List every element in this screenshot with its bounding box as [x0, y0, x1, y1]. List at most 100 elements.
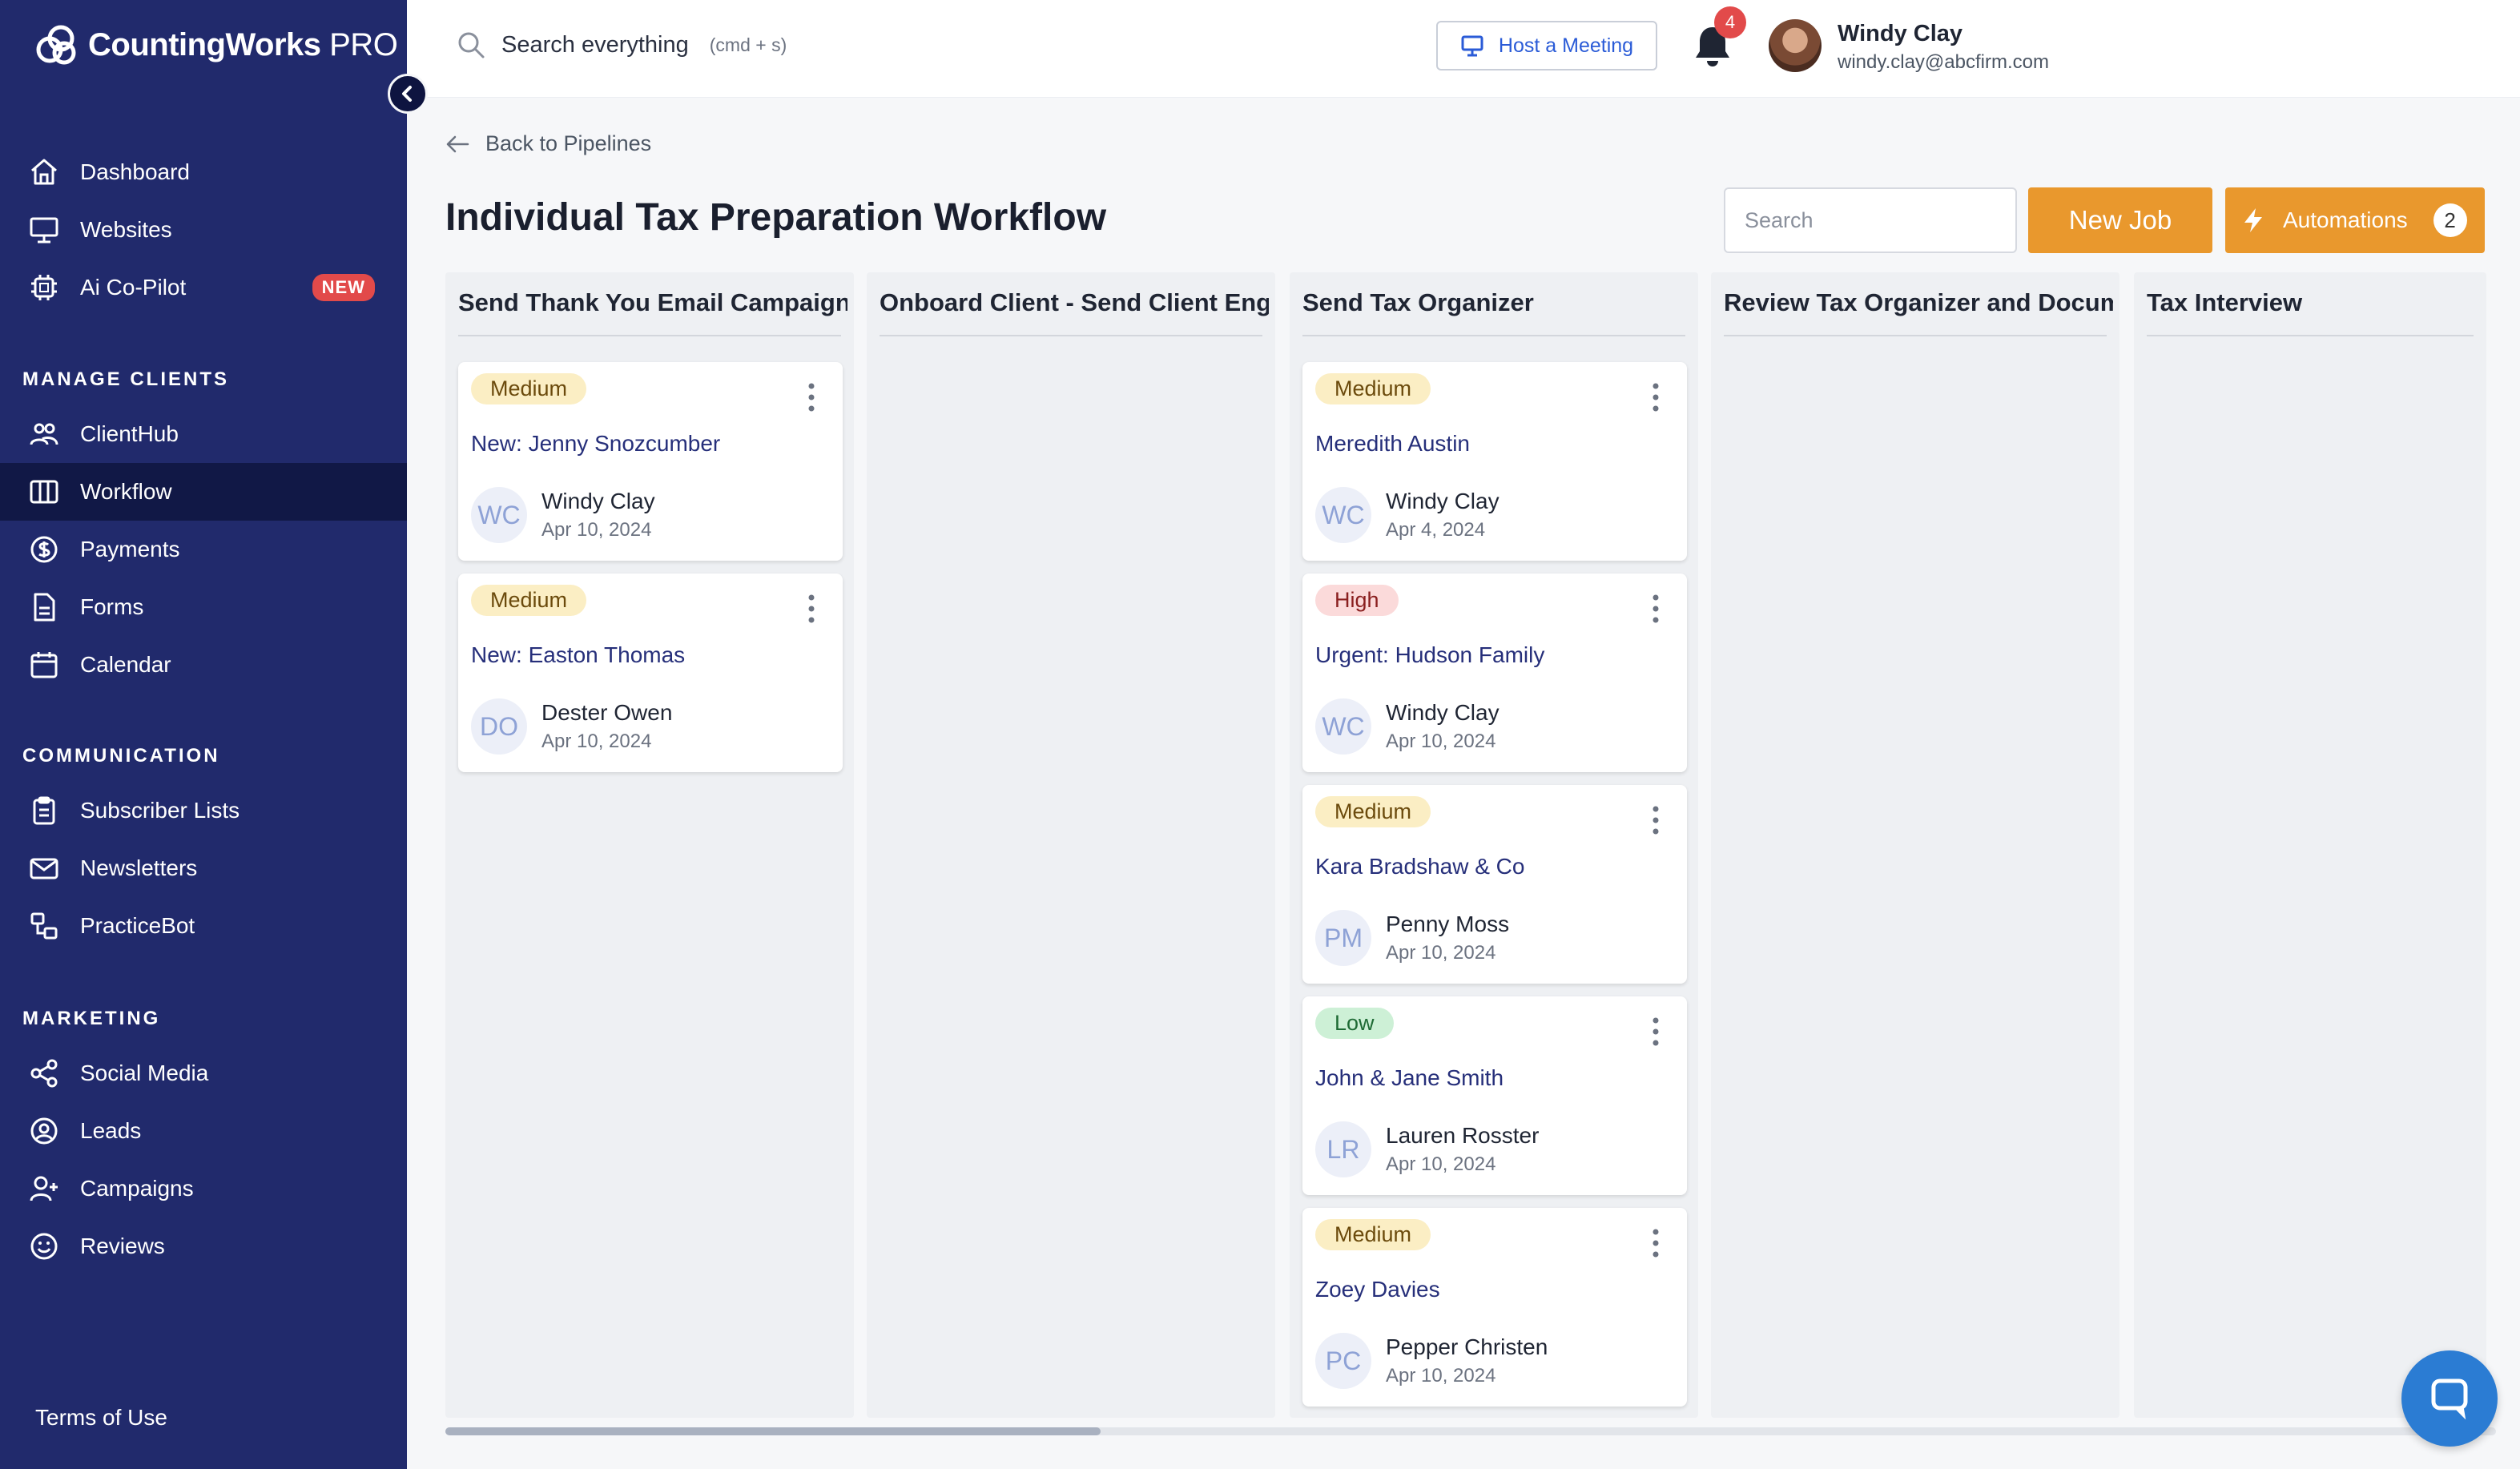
host-meeting-button[interactable]: Host a Meeting: [1436, 21, 1657, 70]
new-job-button[interactable]: New Job: [2028, 187, 2212, 253]
sidebar-item-workflow[interactable]: Workflow: [0, 463, 407, 521]
collapse-sidebar-button[interactable]: [388, 74, 428, 114]
sidebar-item-social-media[interactable]: Social Media: [0, 1044, 407, 1102]
home-icon: [29, 157, 59, 187]
priority-badge: Medium: [471, 585, 587, 616]
client-name-link[interactable]: Kara Bradshaw & Co: [1315, 854, 1524, 879]
assignee-name: Pepper Christen: [1386, 1334, 1548, 1359]
client-name-link[interactable]: New: Easton Thomas: [471, 642, 685, 668]
client-name-link[interactable]: Zoey Davies: [1315, 1277, 1440, 1302]
notification-badge: 4: [1714, 6, 1746, 38]
job-card[interactable]: Medium New: Jenny Snozcumber WC Windy Clay A…: [458, 362, 843, 561]
assignee-avatar: LR: [1315, 1121, 1371, 1177]
pipeline-column: Send Tax Organizer Medium Meredith Austin W…: [1290, 272, 1698, 1418]
nav-section-title: MANAGE CLIENTS: [22, 368, 229, 390]
assignee-avatar: PC: [1315, 1333, 1371, 1389]
sidebar: CountingWorks PRO Dashboard Websites Ai Co…: [0, 0, 407, 1469]
job-card[interactable]: High Urgent: Hudson Family WC Windy Clay Apr…: [1302, 574, 1687, 772]
arrow-left-icon: [446, 135, 469, 152]
sidebar-item-campaigns[interactable]: Campaigns: [0, 1160, 407, 1217]
sidebar-item-newsletters[interactable]: Newsletters: [0, 839, 407, 897]
user-avatar[interactable]: [1769, 19, 1822, 72]
sidebar-item-label: Social Media: [80, 1060, 209, 1085]
sidebar-item-payments[interactable]: Payments: [0, 521, 407, 578]
sidebar-item-dashboard[interactable]: Dashboard: [0, 143, 407, 201]
global-search-hint: (cmd + s): [709, 34, 787, 55]
sidebar-item-leads[interactable]: Leads: [0, 1102, 407, 1160]
sidebar-item-websites[interactable]: Websites: [0, 201, 407, 259]
board-scrollbar-thumb[interactable]: [445, 1427, 1101, 1435]
document-icon: [29, 592, 59, 622]
column-title: Send Thank You Email Campaign: [458, 288, 847, 316]
logo[interactable]: CountingWorks PRO: [32, 21, 398, 69]
sidebar-item-reviews[interactable]: Reviews: [0, 1217, 407, 1275]
more-options-icon[interactable]: [1652, 804, 1660, 836]
global-search[interactable]: Search everything (cmd + s): [457, 30, 787, 59]
sidebar-item-ai-co-pilot[interactable]: Ai Co-Pilot NEW: [0, 259, 407, 316]
user-email: windy.clay@abcfirm.com: [1838, 51, 2049, 73]
assignee-name: Windy Clay: [1386, 489, 1500, 513]
assignee-name: Windy Clay: [541, 489, 655, 513]
more-options-icon[interactable]: [1652, 1016, 1660, 1048]
sidebar-item-label: Calendar: [80, 652, 171, 677]
sidebar-item-calendar[interactable]: Calendar: [0, 636, 407, 694]
nav-section-title: COMMUNICATION: [22, 745, 220, 767]
user-name[interactable]: Windy Clay: [1838, 21, 1962, 47]
terms-of-use-link[interactable]: Terms of Use: [35, 1405, 167, 1431]
sidebar-item-label: Campaigns: [80, 1176, 194, 1201]
pipeline-column: Onboard Client - Send Client Engagement: [867, 272, 1275, 1418]
page-title: Individual Tax Preparation Workflow: [445, 196, 1107, 239]
automations-button[interactable]: Automations 2: [2225, 187, 2485, 253]
more-options-icon[interactable]: [1652, 381, 1660, 413]
smile-icon: [29, 1231, 59, 1262]
sidebar-item-subscriber-lists[interactable]: Subscriber Lists: [0, 782, 407, 839]
more-options-icon[interactable]: [807, 593, 815, 625]
sidebar-item-forms[interactable]: Forms: [0, 578, 407, 636]
client-name-link[interactable]: Urgent: Hudson Family: [1315, 642, 1544, 668]
assignee-avatar: DO: [471, 698, 527, 755]
bot-icon: [29, 911, 59, 941]
card-date: Apr 10, 2024: [541, 519, 652, 541]
assignee-name: Windy Clay: [1386, 700, 1500, 725]
automations-label: Automations: [2283, 207, 2408, 232]
sidebar-item-practicebot[interactable]: PracticeBot: [0, 897, 407, 955]
chip-icon: [29, 272, 59, 303]
calendar-icon: [29, 650, 59, 680]
assignee-avatar: WC: [471, 487, 527, 543]
user-plus-icon: [29, 1173, 59, 1204]
global-search-label: Search everything: [501, 31, 689, 58]
sidebar-item-label: ClientHub: [80, 421, 179, 446]
assignee-avatar: PM: [1315, 910, 1371, 966]
sidebar-item-clienthub[interactable]: ClientHub: [0, 405, 407, 463]
back-to-pipelines-link[interactable]: Back to Pipelines: [445, 131, 651, 156]
job-card[interactable]: Medium Zoey Davies PC Pepper Christen Apr 10…: [1302, 1208, 1687, 1407]
card-date: Apr 4, 2024: [1386, 519, 1486, 541]
column-divider: [1302, 335, 1685, 336]
job-card[interactable]: Medium New: Easton Thomas DO Dester Owen Apr…: [458, 574, 843, 772]
column-divider: [458, 335, 841, 336]
sidebar-item-label: Dashboard: [80, 159, 190, 184]
priority-badge: Medium: [1315, 1219, 1431, 1250]
more-options-icon[interactable]: [1652, 1227, 1660, 1259]
assignee-avatar: WC: [1315, 698, 1371, 755]
card-date: Apr 10, 2024: [1386, 730, 1496, 752]
priority-badge: Medium: [1315, 373, 1431, 404]
job-card[interactable]: Medium Kara Bradshaw & Co PM Penny Moss Apr …: [1302, 785, 1687, 984]
board-search-input[interactable]: [1724, 187, 2017, 253]
chat-button[interactable]: [2401, 1350, 2498, 1447]
client-name-link[interactable]: New: Jenny Snozcumber: [471, 431, 720, 457]
sidebar-item-label: PracticeBot: [80, 913, 195, 938]
sidebar-item-label: Subscriber Lists: [80, 798, 240, 823]
column-divider: [1724, 335, 2107, 336]
sidebar-item-label: Workflow: [80, 479, 172, 504]
more-options-icon[interactable]: [1652, 593, 1660, 625]
job-card[interactable]: Low John & Jane Smith LR Lauren Rosster Apr …: [1302, 996, 1687, 1195]
more-options-icon[interactable]: [807, 381, 815, 413]
client-name-link[interactable]: Meredith Austin: [1315, 431, 1470, 457]
job-card[interactable]: Medium Meredith Austin WC Windy Clay Apr 4, …: [1302, 362, 1687, 561]
clipboard-icon: [29, 795, 59, 826]
user-circle-icon: [29, 1116, 59, 1146]
client-name-link[interactable]: John & Jane Smith: [1315, 1065, 1504, 1091]
priority-badge: Medium: [471, 373, 587, 404]
chat-icon: [2431, 1378, 2468, 1420]
